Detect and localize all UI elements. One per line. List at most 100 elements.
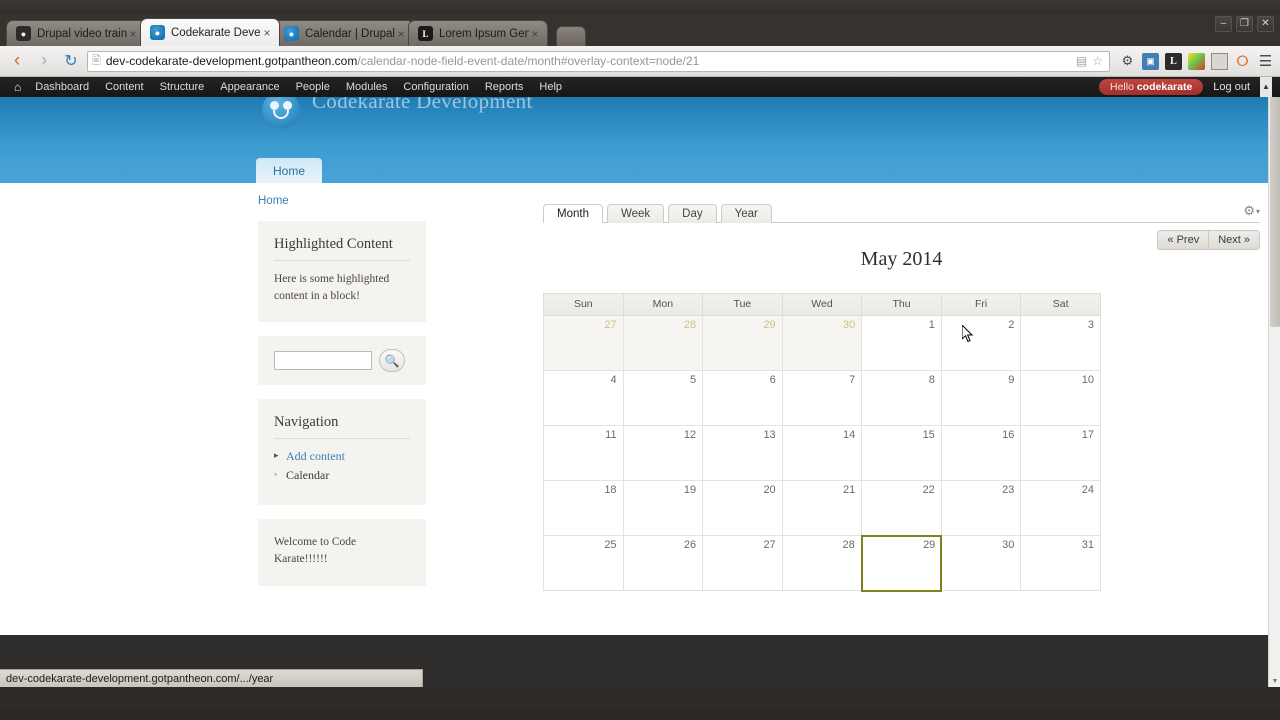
search-button[interactable]: 🔍 [379, 349, 405, 373]
tab-day[interactable]: Day [668, 204, 717, 223]
calendar-day-cell[interactable]: 29 [702, 315, 783, 371]
gear-icon[interactable]: ⚙ [1119, 53, 1136, 70]
page-scrollbar[interactable]: ▲ ▼ [1268, 77, 1280, 687]
day-number: 29 [923, 538, 936, 551]
calendar-day-cell[interactable]: 8 [861, 370, 942, 426]
nav-item-add-content[interactable]: ▸ Add content [274, 449, 410, 464]
toolbar-link-modules[interactable]: Modules [346, 81, 388, 93]
desktop-strip [0, 710, 1280, 720]
calendar-day-cell[interactable]: 25 [543, 535, 624, 591]
minimize-button[interactable]: – [1215, 16, 1232, 32]
calendar-day-cell[interactable]: 16 [940, 425, 1022, 481]
calendar-day-cell[interactable]: 21 [781, 480, 863, 536]
colorpicker-icon[interactable] [1188, 52, 1205, 70]
calendar-day-cell[interactable]: 26 [622, 535, 704, 591]
calendar-day-cell[interactable]: 12 [622, 425, 704, 481]
browser-tab-active[interactable]: ● Codekarate Developm × [140, 18, 280, 46]
nav-item-calendar[interactable]: ◦ Calendar [274, 468, 410, 483]
drupal-icon: ● [284, 26, 299, 41]
reload-icon[interactable]: ↻ [60, 50, 82, 72]
calendar-title: May 2014 [860, 248, 943, 270]
logout-link[interactable]: Log out [1213, 81, 1250, 93]
calendar-day-cell[interactable]: 31 [1020, 535, 1101, 591]
calendar-day-cell[interactable]: 9 [940, 370, 1022, 426]
tab-week[interactable]: Week [606, 204, 665, 223]
calendar-day-cell[interactable]: 10 [1020, 370, 1101, 426]
calendar-day-cell[interactable]: 15 [861, 425, 942, 481]
lastpass-icon[interactable]: L [1165, 52, 1182, 70]
calendar-day-cell[interactable]: 4 [543, 370, 624, 426]
browser-tab[interactable]: ● Calendar | Drupal.org × [274, 20, 414, 46]
calendar-day-cell[interactable]: 22 [861, 480, 942, 536]
forward-icon[interactable]: › [33, 50, 55, 72]
tab-month[interactable]: Month [543, 204, 603, 223]
calendar-day-cell[interactable]: 17 [1020, 425, 1101, 481]
calendar-day-cell[interactable]: 13 [702, 425, 783, 481]
toolbar-link-dashboard[interactable]: Dashboard [35, 81, 89, 93]
sidebar: Home Highlighted Content Here is some hi… [0, 183, 517, 635]
calendar-day-cell[interactable]: 23 [940, 480, 1022, 536]
close-icon[interactable]: × [529, 27, 541, 41]
close-button[interactable]: ✕ [1257, 16, 1274, 32]
breadcrumb-item-home[interactable]: Home [258, 195, 289, 207]
toolbar-link-configuration[interactable]: Configuration [403, 81, 468, 93]
toolbar-link-appearance[interactable]: Appearance [220, 81, 279, 93]
reader-mode-icon[interactable]: ▤ [1076, 54, 1087, 68]
calendar-day-cell[interactable]: 11 [543, 425, 624, 481]
search-input[interactable] [274, 351, 372, 371]
calendar-day-cell[interactable]: 27 [543, 315, 624, 371]
primary-tab-home[interactable]: Home [256, 158, 323, 183]
user-greeting-badge[interactable]: Hello codekarate [1098, 79, 1204, 95]
close-icon[interactable]: × [127, 27, 139, 41]
scrollbar-thumb[interactable] [1270, 77, 1280, 327]
calendar-day-cell[interactable]: 30 [940, 535, 1022, 591]
calendar-day-cell[interactable]: 20 [702, 480, 783, 536]
menu-icon[interactable]: ☰ [1257, 53, 1274, 70]
calendar-day-cell[interactable]: 3 [1020, 315, 1101, 371]
calendar-day-cell[interactable]: 28 [622, 315, 704, 371]
tab-year[interactable]: Year [720, 204, 772, 223]
toolbar-link-help[interactable]: Help [539, 81, 562, 93]
browser-tab[interactable]: ● Drupal video training × [6, 20, 146, 46]
next-button[interactable]: Next » [1209, 230, 1260, 250]
home-icon[interactable]: ⌂ [14, 80, 21, 94]
window-icon[interactable] [1211, 52, 1228, 70]
toolbar-collapse-button[interactable]: ▲ [1260, 77, 1272, 97]
tab-title: Drupal video training [37, 27, 127, 40]
calendar-day-cell[interactable]: 27 [702, 535, 783, 591]
calendar-day-cell[interactable]: 7 [781, 370, 863, 426]
calendar-day-cell[interactable]: 6 [702, 370, 783, 426]
opera-icon[interactable]: ⭘ [1234, 53, 1251, 70]
calendar-day-cell[interactable]: 2 [940, 315, 1022, 371]
toolbar-link-people[interactable]: People [296, 81, 330, 93]
views-settings-menu[interactable]: ⚙ ▾ [1243, 203, 1260, 219]
scroll-down-arrow[interactable]: ▼ [1270, 676, 1280, 687]
calendar-day-cell[interactable]: 18 [543, 480, 624, 536]
toolbar-link-reports[interactable]: Reports [485, 81, 524, 93]
calendar-day-cell[interactable]: 30 [781, 315, 863, 371]
maximize-button[interactable]: ❐ [1236, 16, 1253, 32]
calendar-day-cell[interactable]: 14 [781, 425, 863, 481]
toolbar-link-structure[interactable]: Structure [160, 81, 205, 93]
toolbar-link-content[interactable]: Content [105, 81, 144, 93]
prev-button[interactable]: « Prev [1157, 230, 1210, 250]
calendar-day-cell[interactable]: 19 [622, 480, 704, 536]
calendar-day-cell[interactable]: 24 [1020, 480, 1101, 536]
close-icon[interactable]: × [395, 27, 407, 41]
day-number: 7 [849, 374, 856, 386]
nav-link-add-content[interactable]: Add content [286, 449, 345, 463]
nav-label-calendar: Calendar [286, 468, 330, 483]
bookmark-star-icon[interactable]: ☆ [1092, 54, 1103, 68]
close-icon[interactable]: × [261, 26, 273, 40]
calendar-day-cell[interactable]: 28 [781, 535, 863, 591]
screenshot-icon[interactable]: ▣ [1142, 52, 1159, 70]
new-tab-button[interactable] [556, 26, 586, 46]
calendar-day-cell[interactable]: 1 [861, 315, 942, 371]
back-icon[interactable]: ‹ [6, 50, 28, 72]
calendar-day-cell[interactable]: 5 [622, 370, 704, 426]
browser-tab-strip: ● Drupal video training × ● Codekarate D… [0, 14, 1280, 46]
address-bar[interactable]: 🖹 dev-codekarate-development.gotpantheon… [87, 50, 1110, 72]
browser-tab[interactable]: L Lorem Ipsum Generat × [408, 20, 548, 46]
calendar-day-cell-today[interactable]: 29 [860, 534, 943, 592]
tab-title: Lorem Ipsum Generat [439, 27, 529, 40]
